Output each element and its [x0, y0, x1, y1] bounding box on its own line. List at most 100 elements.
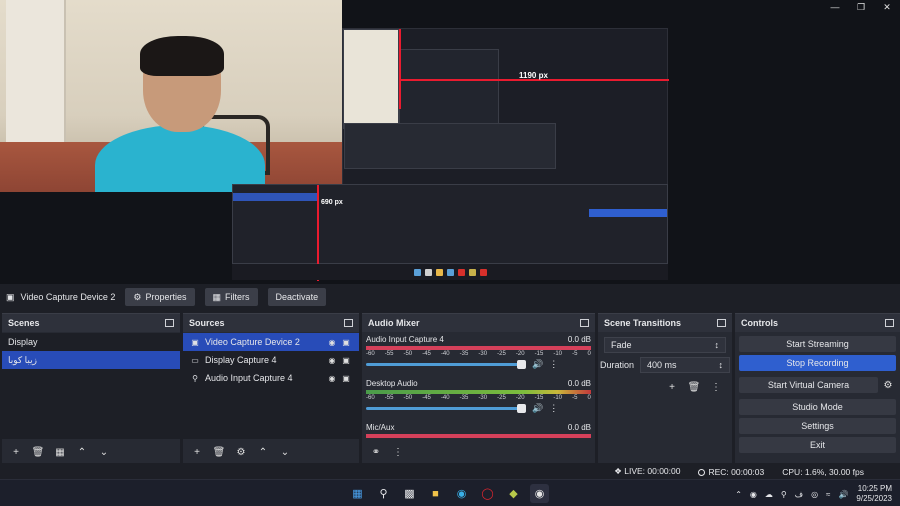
duration-label: Duration [600, 360, 635, 370]
link-icon[interactable]: ⚭ [368, 444, 384, 460]
wifi-icon[interactable]: ≈ [826, 490, 830, 499]
lock-icon[interactable]: ▣ [339, 338, 353, 347]
transitions-title: Scene Transitions [598, 314, 732, 332]
popout-icon[interactable] [165, 319, 174, 327]
mixer-channel: Audio Input Capture 4 0.0 dB -60 -55 -50 -45… [366, 335, 591, 370]
trash-icon[interactable]: 🗑 [211, 444, 227, 460]
popout-icon[interactable] [885, 319, 894, 327]
window-controls: — ❐ ✕ [822, 0, 900, 14]
minimize-icon[interactable]: — [822, 0, 848, 14]
maximize-icon[interactable]: ❐ [848, 0, 874, 14]
scenes-dock: Scenes Display زیبا کوبا + 🗑 ▦ ⌃ ⌄ [2, 313, 180, 463]
popout-icon[interactable] [580, 319, 589, 327]
eye-icon[interactable]: ◉ [325, 374, 339, 383]
filter-icon: ▦ [212, 291, 222, 302]
more-icon[interactable]: ⋮ [549, 403, 558, 414]
minecraft-icon[interactable]: ◆ [504, 484, 523, 503]
updown-icon: ↕ [714, 340, 720, 350]
taskbar-clock[interactable]: 10:25 PM 9/25/2023 [856, 484, 892, 504]
overlay-px-label-small: 690 px [321, 199, 343, 206]
chevron-up-icon[interactable]: ⌃ [74, 444, 90, 460]
exit-button[interactable]: Exit [739, 437, 896, 453]
updown-icon: ↕ [718, 360, 724, 370]
mixer-title: Audio Mixer [362, 314, 595, 332]
edge-browser-icon[interactable]: ◉ [452, 484, 471, 503]
live-status: ❖ LIVE: 00:00:00 [614, 466, 681, 476]
popout-icon[interactable] [344, 319, 353, 327]
scenes-list: Display زیبا کوبا [2, 333, 180, 439]
volume-meter [366, 434, 591, 438]
properties-button[interactable]: ⚙ Properties [125, 288, 195, 306]
search-icon[interactable]: ⚲ [374, 484, 393, 503]
trash-icon[interactable]: 🗑 [30, 444, 46, 460]
webcam-feed [0, 0, 342, 192]
opera-browser-icon[interactable]: ◯ [478, 484, 497, 503]
nested-taskbar [232, 264, 668, 280]
settings-button[interactable]: Settings [739, 418, 896, 434]
add-icon[interactable]: + [189, 444, 205, 460]
trash-icon[interactable]: 🗑 [686, 379, 702, 395]
network-icon[interactable]: ◎ [811, 490, 818, 499]
microphone-icon[interactable]: ⚲ [781, 490, 787, 499]
volume-icon[interactable]: 🔊 [838, 490, 848, 499]
language-icon[interactable]: ف [795, 490, 803, 499]
gear-icon[interactable]: ⚙ [880, 377, 896, 393]
selected-source: ▣ Video Capture Device 2 [6, 291, 116, 303]
source-item[interactable]: ▭ Display Capture 4 ◉ ▣ [183, 351, 359, 369]
preview-canvas[interactable]: 1190 px 690 px [0, 0, 900, 284]
volume-slider[interactable] [366, 360, 526, 369]
speaker-icon[interactable]: 🔊 [532, 403, 543, 414]
popout-icon[interactable] [717, 319, 726, 327]
transitions-body: Fade ↕ Duration 400 ms ↕ + 🗑 ⋮ [598, 333, 732, 439]
eye-icon[interactable]: ◉ [325, 356, 339, 365]
add-icon[interactable]: + [664, 379, 680, 395]
lock-icon[interactable]: ▣ [339, 356, 353, 365]
person-hair [140, 36, 224, 76]
stop-recording-button[interactable]: Stop Recording [739, 355, 896, 371]
mixer-channel: Desktop Audio 0.0 dB -60 -55 -50 -45 -40 -35 -3… [366, 379, 591, 414]
filter-icon[interactable]: ▦ [52, 444, 68, 460]
volume-slider[interactable] [366, 404, 526, 413]
lock-icon[interactable]: ▣ [339, 374, 353, 383]
cloud-icon[interactable]: ☁ [765, 490, 773, 499]
deactivate-button[interactable]: Deactivate [267, 288, 327, 306]
scene-item[interactable]: زیبا کوبا [2, 351, 180, 369]
speaker-icon[interactable]: 🔊 [532, 359, 543, 370]
chevron-down-icon[interactable]: ⌄ [277, 444, 293, 460]
add-icon[interactable]: + [8, 444, 24, 460]
more-icon[interactable]: ⋮ [708, 379, 724, 395]
source-item[interactable]: ▣ Video Capture Device 2 ◉ ▣ [183, 333, 359, 351]
monitor-icon: ▭ [191, 355, 199, 365]
broadcast-icon: ❖ [614, 466, 625, 476]
sources-dock: Sources ▣ Video Capture Device 2 ◉ ▣ ▭ D… [183, 313, 359, 463]
source-item[interactable]: ⚲ Audio Input Capture 4 ◉ ▣ [183, 369, 359, 387]
mixer-channel: Mic/Aux 0.0 dB [362, 421, 595, 441]
obs-tray-icon[interactable]: ◉ [750, 490, 757, 499]
gear-icon[interactable]: ⚙ [233, 444, 249, 460]
cpu-status: CPU: 1.6%, 30.00 fps [782, 466, 864, 477]
gear-icon: ⚙ [133, 291, 142, 302]
chevron-down-icon[interactable]: ⌄ [96, 444, 112, 460]
close-icon[interactable]: ✕ [874, 0, 900, 14]
chevron-up-icon[interactable]: ⌃ [255, 444, 271, 460]
volume-meter [366, 390, 591, 394]
windows-taskbar: ▦ ⚲ ▩ ■ ◉ ◯ ◆ ◉ ⌃ ◉ ☁ ⚲ ف ◎ ≈ 🔊 10:25 PM… [0, 479, 900, 506]
microphone-icon: ⚲ [192, 373, 198, 383]
eye-icon[interactable]: ◉ [325, 338, 339, 347]
record-icon [698, 468, 706, 476]
task-view-icon[interactable]: ▩ [400, 484, 419, 503]
start-streaming-button[interactable]: Start Streaming [739, 336, 896, 352]
chevron-up-icon[interactable]: ⌃ [735, 490, 742, 499]
more-icon[interactable]: ⋮ [390, 444, 406, 460]
scene-item[interactable]: Display [2, 333, 180, 351]
camera-icon: ▣ [191, 337, 199, 347]
studio-mode-button[interactable]: Studio Mode [739, 399, 896, 415]
start-virtual-camera-button[interactable]: Start Virtual Camera [739, 377, 878, 393]
file-explorer-icon[interactable]: ■ [426, 484, 445, 503]
obs-icon[interactable]: ◉ [530, 484, 549, 503]
transition-select[interactable]: Fade ↕ [604, 337, 726, 353]
more-icon[interactable]: ⋮ [549, 359, 558, 370]
duration-input[interactable]: 400 ms ↕ [640, 357, 730, 373]
windows-start-icon[interactable]: ▦ [348, 484, 367, 503]
filters-button[interactable]: ▦ Filters [204, 288, 258, 306]
